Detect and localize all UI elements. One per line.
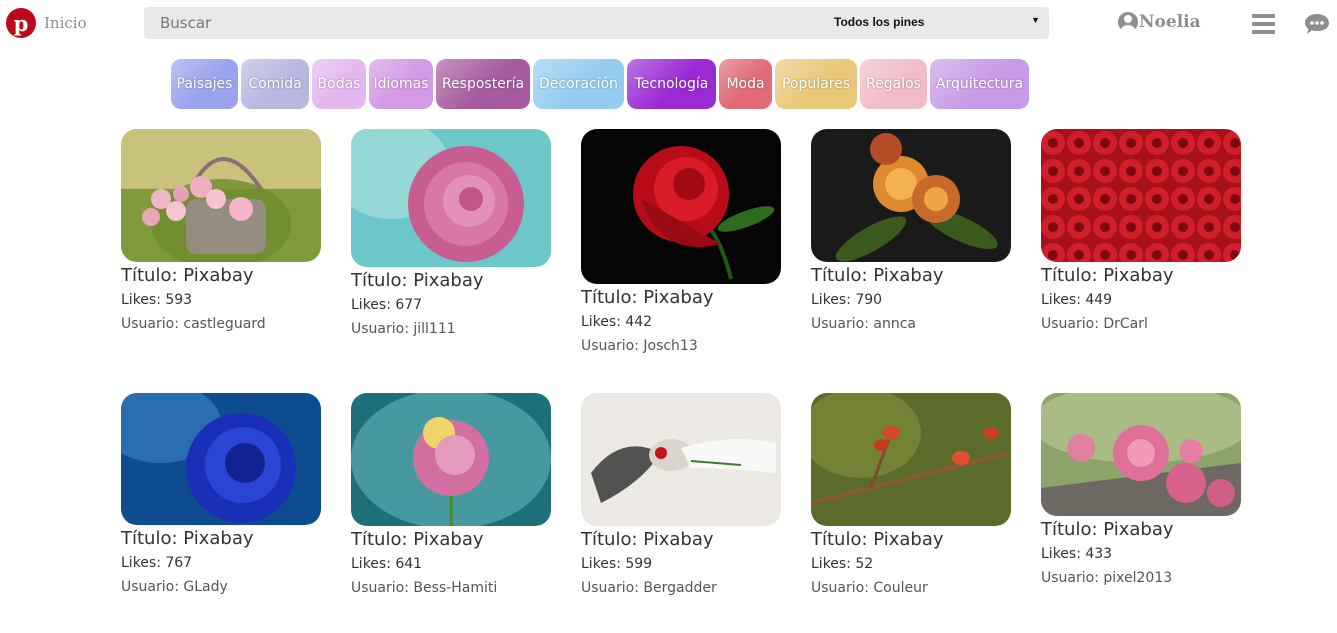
pin-title: Título: Pixabay: [581, 287, 714, 308]
pin-likes: Likes: 52: [811, 556, 874, 572]
pin-card[interactable]: Título: Pixabay Likes: 449 Usuario: DrCarl: [1041, 129, 1241, 336]
pin-card[interactable]: Título: Pixabay Likes: 641 Usuario: Bess-H…: [351, 393, 551, 600]
pin-user[interactable]: Usuario: jill111: [351, 317, 551, 341]
pin-image[interactable]: [811, 393, 1011, 526]
pin-title: Título: Pixabay: [121, 265, 254, 286]
pin-card[interactable]: Título: Pixabay Likes: 442 Usuario: Josch1…: [581, 129, 781, 358]
pin-filter-selected: Todos los pines: [834, 15, 925, 29]
pin-likes: Likes: 442: [581, 314, 653, 330]
pin-card[interactable]: Título: Pixabay Likes: 790 Usuario: annca: [811, 129, 1011, 336]
pin-user[interactable]: Usuario: GLady: [121, 575, 321, 599]
pin-image[interactable]: [1041, 393, 1241, 516]
pin-card[interactable]: Título: Pixabay Likes: 433 Usuario: pixel2…: [1041, 393, 1241, 590]
user-name: Noelia: [1139, 12, 1201, 32]
category-idiomas[interactable]: Idiomas: [369, 59, 433, 109]
pin-card[interactable]: Título: Pixabay Likes: 677 Usuario: jill11…: [351, 129, 551, 341]
pin-likes: Likes: 641: [351, 556, 423, 572]
caret-down-icon: ▼: [1031, 15, 1040, 25]
pin-likes: Likes: 790: [811, 292, 883, 308]
pin-card[interactable]: Título: Pixabay Likes: 52 Usuario: Couleur: [811, 393, 1011, 600]
pin-user[interactable]: Usuario: Josch13: [581, 334, 781, 358]
pin-likes: Likes: 677: [351, 297, 423, 313]
pin-title: Título: Pixabay: [811, 265, 944, 286]
pin-likes: Likes: 599: [581, 556, 653, 572]
pin-card[interactable]: Título: Pixabay Likes: 599 Usuario: Bergad…: [581, 393, 781, 600]
pin-image[interactable]: [811, 129, 1011, 262]
pin-image[interactable]: [121, 393, 321, 525]
pin-user[interactable]: Usuario: Bess-Hamiti: [351, 576, 551, 600]
home-link[interactable]: Inicio: [44, 14, 87, 32]
pin-title: Título: Pixabay: [351, 529, 484, 550]
category-paisajes[interactable]: Paisajes: [171, 59, 238, 109]
pin-user[interactable]: Usuario: annca: [811, 312, 1011, 336]
pin-card[interactable]: Título: Pixabay Likes: 593 Usuario: castle…: [121, 129, 321, 336]
pin-image[interactable]: [581, 129, 781, 284]
pin-user[interactable]: Usuario: castleguard: [121, 312, 321, 336]
pin-title: Título: Pixabay: [351, 270, 484, 291]
user-profile-link[interactable]: Noelia: [1118, 12, 1201, 32]
hamburger-menu-icon[interactable]: [1252, 14, 1275, 34]
pinterest-logo[interactable]: p: [6, 8, 36, 38]
category-regalos[interactable]: Regalos: [860, 59, 927, 109]
top-bar: p Inicio Todos los pines ▼ Noelia: [0, 0, 1337, 48]
pin-likes: Likes: 449: [1041, 292, 1113, 308]
category-bodas[interactable]: Bodas: [312, 59, 366, 109]
pin-user[interactable]: Usuario: pixel2013: [1041, 566, 1241, 590]
pin-title: Título: Pixabay: [1041, 265, 1174, 286]
category-populares[interactable]: Populares: [775, 59, 857, 109]
category-bar: Paisajes Comida Bodas Idiomas Respostería Dec…: [171, 59, 1029, 109]
pin-image[interactable]: [121, 129, 321, 262]
pin-image[interactable]: [1041, 129, 1241, 262]
pin-likes: Likes: 593: [121, 292, 193, 308]
category-arquitectura[interactable]: Arquitectura: [930, 59, 1029, 109]
category-moda[interactable]: Moda: [719, 59, 772, 109]
search-input[interactable]: [144, 7, 816, 39]
pin-image[interactable]: [351, 393, 551, 526]
pin-likes: Likes: 433: [1041, 546, 1113, 562]
category-resposter-a[interactable]: Respostería: [436, 59, 530, 109]
category-decoraci-n[interactable]: Decoración: [533, 59, 624, 109]
pin-title: Título: Pixabay: [581, 529, 714, 550]
pin-image[interactable]: [581, 393, 781, 526]
pin-likes: Likes: 767: [121, 555, 193, 571]
category-tecnolog-a[interactable]: Tecnología: [627, 59, 716, 109]
pin-user[interactable]: Usuario: DrCarl: [1041, 312, 1241, 336]
category-comida[interactable]: Comida: [241, 59, 309, 109]
pin-title: Título: Pixabay: [811, 529, 944, 550]
pin-title: Título: Pixabay: [121, 528, 254, 549]
chat-bubble-icon[interactable]: [1303, 12, 1331, 36]
pin-card[interactable]: Título: Pixabay Likes: 767 Usuario: GLady: [121, 393, 321, 599]
pin-user[interactable]: Usuario: Bergadder: [581, 576, 781, 600]
pin-user[interactable]: Usuario: Couleur: [811, 576, 1011, 600]
pin-title: Título: Pixabay: [1041, 519, 1174, 540]
user-circle-icon: [1118, 12, 1138, 32]
pin-filter-select[interactable]: Todos los pines ▼: [834, 15, 1046, 33]
pin-image[interactable]: [351, 129, 551, 267]
search-bar: Todos los pines ▼: [144, 7, 1049, 39]
